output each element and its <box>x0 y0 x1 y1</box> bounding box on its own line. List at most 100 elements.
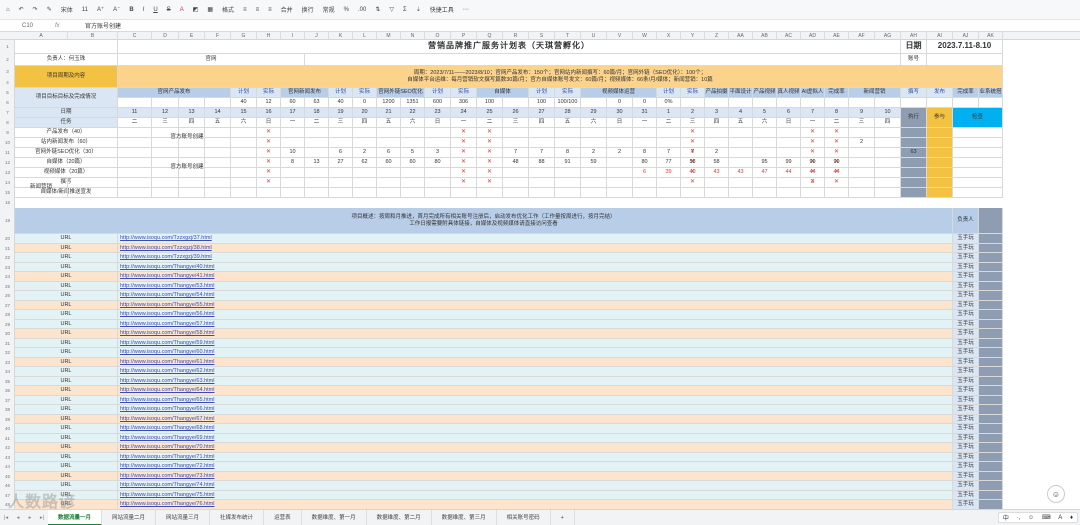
task-cell[interactable] <box>305 188 329 198</box>
cell[interactable] <box>979 243 1003 253</box>
task-cell[interactable] <box>555 178 581 188</box>
task-cell[interactable] <box>205 178 231 188</box>
task-cell[interactable] <box>503 138 529 148</box>
bold-button[interactable]: B <box>129 7 133 13</box>
task-cell[interactable] <box>281 178 305 188</box>
group-header[interactable]: 撰写 <box>901 88 927 98</box>
target-value[interactable]: 63 <box>305 98 329 108</box>
url-label[interactable]: URL <box>15 414 118 424</box>
value-cell[interactable]: 7 <box>503 148 529 158</box>
task-cell[interactable] <box>503 128 529 138</box>
row-header[interactable]: 27 <box>0 301 15 311</box>
cell[interactable] <box>979 443 1003 453</box>
task-cell[interactable] <box>231 188 257 198</box>
project-label[interactable]: 项目周期及内容 <box>15 66 118 88</box>
task-cell[interactable] <box>179 148 205 158</box>
column-header[interactable]: AA <box>729 32 753 40</box>
task-cell[interactable] <box>875 188 901 198</box>
group-header[interactable]: 商业系统搭建 <box>979 88 1003 98</box>
url-label[interactable]: URL <box>15 272 118 282</box>
number-format-select[interactable]: 常规 <box>323 5 335 14</box>
task-cell[interactable]: ✕ <box>451 178 477 188</box>
value-cell[interactable]: 58 <box>681 158 705 168</box>
column-header[interactable]: H <box>257 32 281 40</box>
last-sheet-icon[interactable]: ▸| <box>36 515 48 521</box>
responsible-name[interactable]: 玉手玩 <box>953 291 979 301</box>
weekday-cell[interactable]: 四 <box>705 118 729 128</box>
task-cell[interactable] <box>607 138 633 148</box>
sheet-tab[interactable]: 数据维度、第三月 <box>432 510 497 525</box>
cell[interactable] <box>979 367 1003 377</box>
inspect-cell[interactable]: 检查 <box>953 108 1003 128</box>
task-cell[interactable]: ✕ <box>257 178 281 188</box>
weekday-cell[interactable]: 三 <box>681 118 705 128</box>
row-header[interactable]: 14 <box>0 178 15 188</box>
task-cell[interactable] <box>353 178 377 188</box>
quick-tools-button[interactable]: 快捷工具 <box>430 5 454 14</box>
owner-cell[interactable]: 负责人：何玉珠 <box>15 54 118 66</box>
task-cell[interactable] <box>377 128 401 138</box>
row-header[interactable]: 2 <box>0 54 15 66</box>
task-cell[interactable] <box>257 188 281 198</box>
participate-col[interactable] <box>927 188 953 198</box>
weekday-cell[interactable]: 三 <box>152 118 179 128</box>
row-header[interactable]: 38 <box>0 405 15 415</box>
weekday-cell[interactable]: 日 <box>607 118 633 128</box>
value-cell[interactable]: 10 <box>281 148 305 158</box>
responsible-name[interactable]: 玉手玩 <box>953 281 979 291</box>
task-cell[interactable] <box>401 168 425 178</box>
task-cell[interactable] <box>401 128 425 138</box>
url-label[interactable]: URL <box>15 234 118 244</box>
task-cell[interactable] <box>875 138 901 148</box>
link-cell[interactable]: http://www.isoqu.com/Thangye/75.html <box>118 490 953 500</box>
task-cell[interactable] <box>777 178 801 188</box>
link-cell[interactable]: http://www.isoqu.com/Thangye/41.html <box>118 272 953 282</box>
cell[interactable] <box>979 208 1003 234</box>
wrap-button[interactable]: 换行 <box>302 5 314 14</box>
group-header[interactable]: 实际 <box>353 88 377 98</box>
weekday-cell[interactable]: 六 <box>581 118 607 128</box>
column-header[interactable]: B <box>68 32 118 40</box>
value-cell[interactable]: 2 <box>705 148 729 158</box>
task-cell[interactable] <box>179 178 205 188</box>
task-cell[interactable] <box>329 168 353 178</box>
row-header[interactable]: 13 <box>0 168 15 178</box>
date-value[interactable]: 2023.7.11-8.10 <box>927 40 1003 54</box>
target-value[interactable]: 306 <box>451 98 477 108</box>
url-label[interactable]: URL <box>15 376 118 386</box>
task-cell[interactable] <box>581 128 607 138</box>
value-cell[interactable]: 44 <box>801 168 825 178</box>
row-header[interactable]: 26 <box>0 291 15 301</box>
date-cell[interactable]: 16 <box>257 108 281 118</box>
task-cell[interactable] <box>753 188 777 198</box>
task-cell[interactable] <box>503 178 529 188</box>
weekday-cell[interactable]: 六 <box>231 118 257 128</box>
responsible-name[interactable]: 玉手玩 <box>953 433 979 443</box>
task-cell[interactable] <box>729 188 753 198</box>
column-header[interactable]: U <box>581 32 607 40</box>
link-cell[interactable]: http://www.isoqu.com/Thangye/60.html <box>118 348 953 358</box>
row-header[interactable]: 28 <box>0 310 15 320</box>
date-label[interactable]: 日期 <box>901 40 927 54</box>
task-cell[interactable] <box>633 138 657 148</box>
date-cell[interactable]: 31 <box>633 108 657 118</box>
sheet-tab[interactable]: 网站流量二月 <box>102 510 157 525</box>
cell[interactable] <box>979 234 1003 244</box>
target-value[interactable]: 1351 <box>401 98 425 108</box>
value-cell[interactable]: 91 <box>555 158 581 168</box>
task-cell[interactable]: ✕ <box>477 158 503 168</box>
exec-cell[interactable]: 执行 <box>901 108 927 128</box>
cell[interactable] <box>753 98 777 108</box>
align-center-icon[interactable]: ≡ <box>256 7 260 13</box>
target-value[interactable]: 0 <box>633 98 657 108</box>
sheet-tab[interactable]: 社媒发布统计 <box>210 510 265 525</box>
ime-button[interactable]: ☺ <box>1028 515 1034 521</box>
column-header[interactable]: W <box>633 32 657 40</box>
row-header[interactable]: 9 <box>0 128 15 138</box>
task-cell[interactable] <box>152 188 179 198</box>
value-cell[interactable]: 88 <box>529 158 555 168</box>
task-cell[interactable] <box>657 138 681 148</box>
row-header[interactable]: 33 <box>0 358 15 368</box>
decimal-icon[interactable]: .00 <box>358 7 366 13</box>
date-cell[interactable]: 3 <box>705 108 729 118</box>
